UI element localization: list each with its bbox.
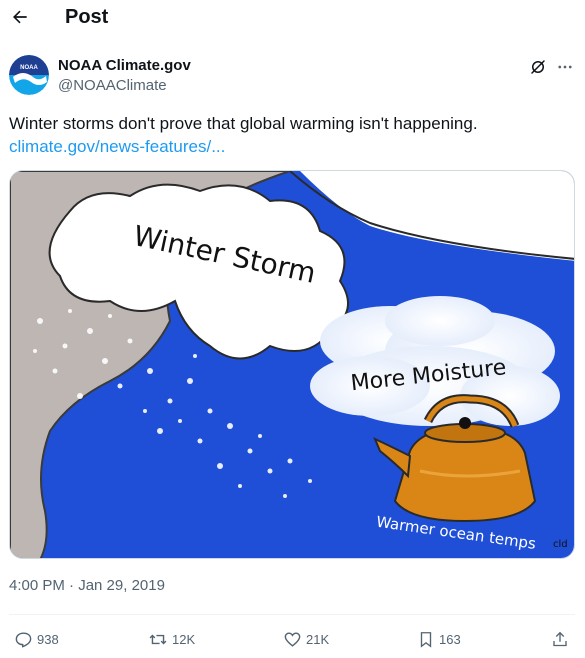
reply-button[interactable]: 938: [14, 622, 59, 656]
reply-count: 938: [37, 631, 59, 647]
action-bar: 938 12K 21K 163: [0, 622, 585, 656]
like-button[interactable]: 21K: [283, 622, 329, 656]
noaa-logo-icon: NOAA: [9, 55, 49, 95]
author-handle[interactable]: @NOAAClimate: [58, 77, 167, 94]
author-name[interactable]: NOAA Climate.gov: [58, 57, 191, 74]
share-icon: [553, 631, 567, 646]
reply-icon: [15, 631, 32, 648]
more-horizontal-icon: [558, 65, 572, 69]
post-image[interactable]: Winter Storm More Moisture Warmer ocean …: [9, 170, 575, 559]
divider: [9, 614, 575, 615]
more-options-button[interactable]: [555, 57, 575, 77]
artist-signature: cld: [553, 539, 568, 550]
repost-count: 12K: [172, 631, 196, 647]
grok-button[interactable]: [528, 57, 548, 77]
bookmark-count: 163: [439, 631, 461, 647]
bookmark-button[interactable]: 163: [417, 622, 461, 656]
bookmark-icon: [420, 631, 432, 648]
post-link[interactable]: climate.gov/news-features/...: [9, 136, 225, 158]
heart-icon: [284, 631, 301, 647]
avatar[interactable]: NOAA: [9, 55, 49, 95]
back-button[interactable]: [8, 4, 32, 30]
post-text: Winter storms don't prove that global wa…: [9, 114, 478, 133]
arrow-left-icon: [13, 10, 27, 24]
share-button[interactable]: [551, 622, 569, 656]
page-title: Post: [65, 6, 109, 28]
avatar-text: NOAA: [20, 65, 38, 71]
like-count: 21K: [306, 631, 330, 647]
grok-icon: [531, 60, 545, 74]
post-timestamp[interactable]: 4:00 PM · Jan 29, 2019: [9, 577, 165, 594]
repost-icon: [149, 634, 167, 644]
top-bar: Post: [0, 0, 585, 36]
cartoon-illustration: Winter Storm More Moisture Warmer ocean …: [10, 171, 574, 558]
repost-button[interactable]: 12K: [148, 622, 195, 656]
